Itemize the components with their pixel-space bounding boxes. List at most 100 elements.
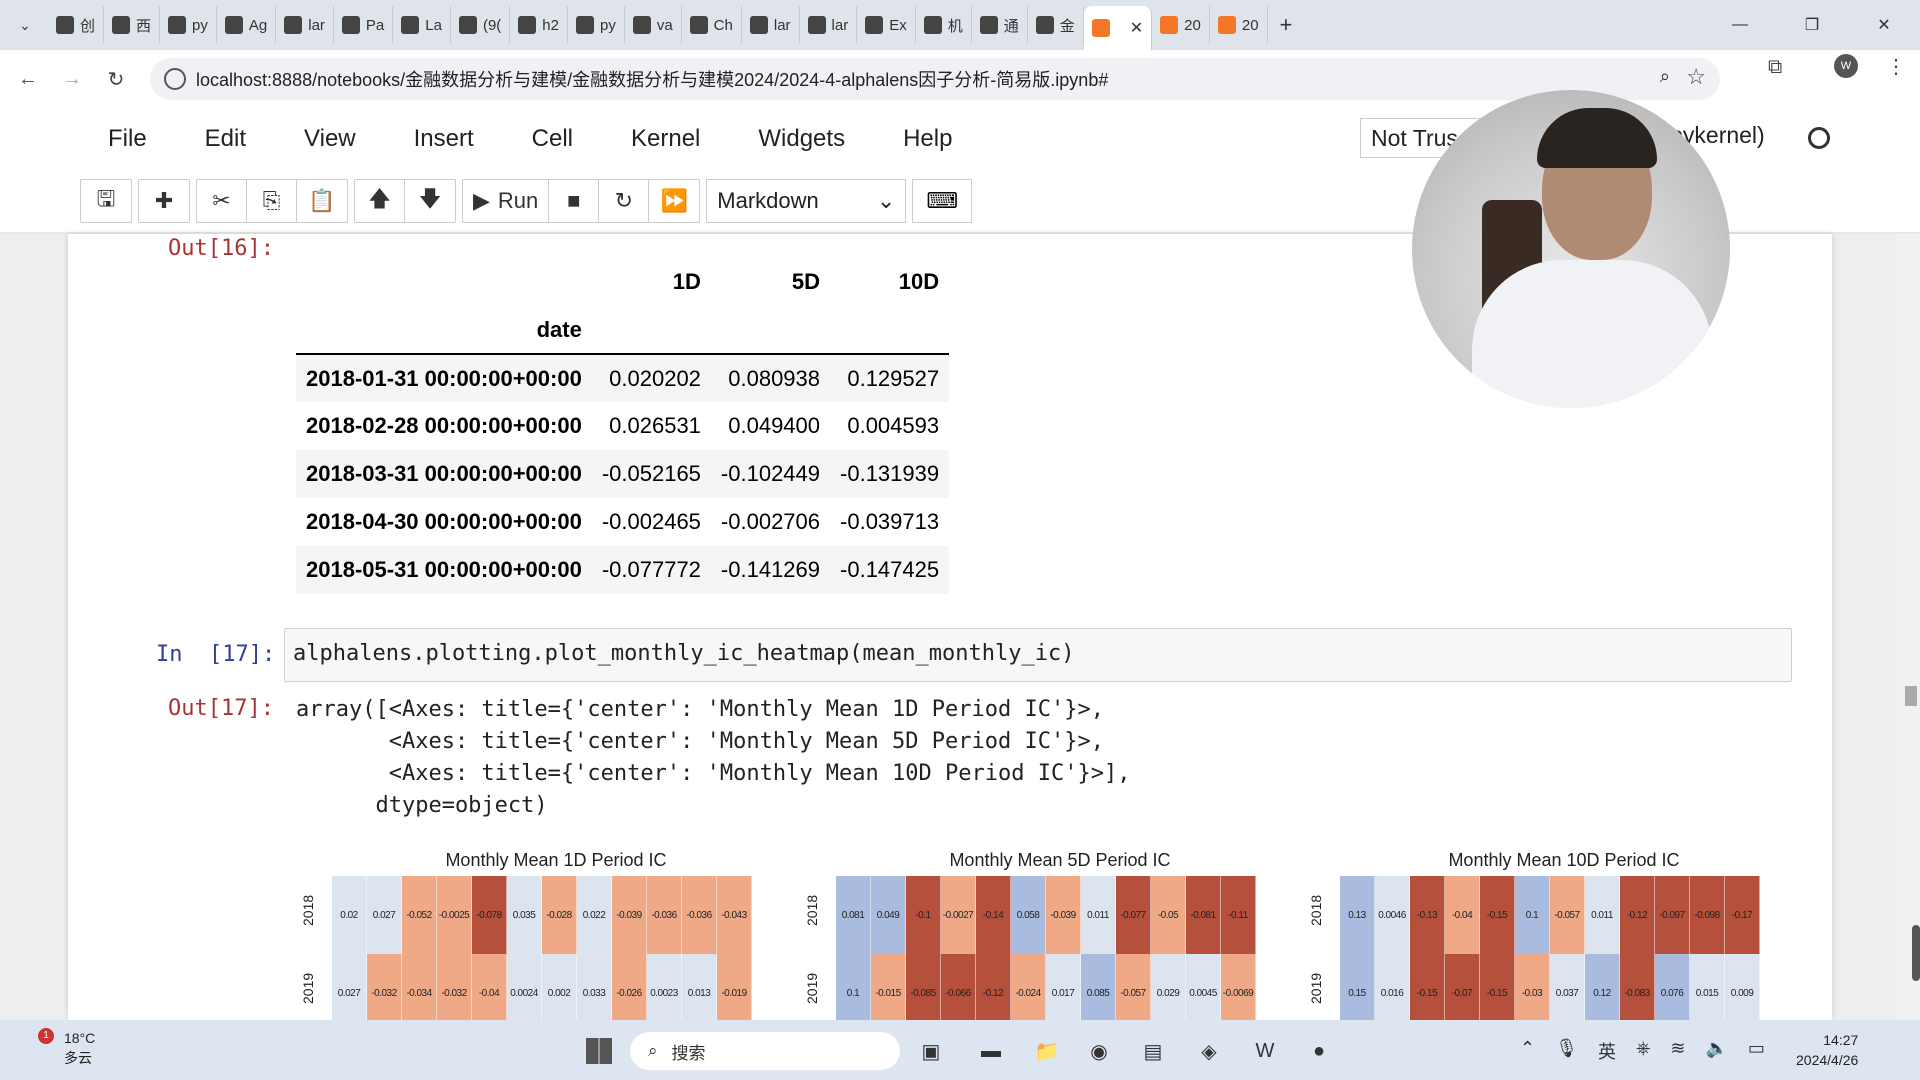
browser-tab[interactable]: lar bbox=[800, 6, 858, 44]
reload-icon[interactable]: ↻ bbox=[96, 59, 136, 99]
paste-icon[interactable]: 📋 bbox=[297, 180, 347, 222]
run-button[interactable]: ▶ Run bbox=[463, 180, 550, 222]
heatmap-cell: -0.028 bbox=[542, 876, 577, 954]
browser-tab[interactable]: 机 bbox=[916, 6, 972, 44]
close-tab-icon[interactable]: ✕ bbox=[1130, 18, 1143, 38]
menu-cell[interactable]: Cell bbox=[532, 125, 573, 153]
bookmark-star-icon[interactable]: ☆ bbox=[1686, 64, 1706, 90]
mail-icon bbox=[689, 16, 708, 34]
table-cell: -0.147425 bbox=[840, 557, 940, 582]
app-icon[interactable]: ◈ bbox=[1192, 1034, 1226, 1068]
github-icon bbox=[518, 16, 537, 34]
chrome-icon[interactable]: ◉ bbox=[1082, 1034, 1116, 1068]
task-view-icon[interactable]: ▣ bbox=[914, 1034, 948, 1068]
wifi-icon[interactable]: ≋ bbox=[1670, 1038, 1685, 1064]
menu-kernel[interactable]: Kernel bbox=[631, 125, 700, 153]
weather-widget[interactable]: 1 18°C 多云 bbox=[30, 1028, 95, 1068]
restart-icon[interactable]: ↻ bbox=[599, 180, 650, 222]
heatmap-y-label: 2018 bbox=[300, 894, 316, 926]
url-field[interactable]: localhost:8888/notebooks/金融数据分析与建模/金融数据分… bbox=[150, 58, 1720, 100]
browser-tab[interactable]: 20 bbox=[1152, 6, 1210, 44]
start-menu-icon[interactable] bbox=[586, 1038, 612, 1064]
keyboard-shortcuts-icon[interactable]: ⌨ bbox=[912, 179, 973, 223]
back-icon[interactable]: ← bbox=[8, 59, 48, 99]
microphone-icon[interactable]: 🎙 bbox=[1555, 1038, 1578, 1064]
browser-tab[interactable]: Ag bbox=[217, 6, 277, 44]
move-down-icon[interactable]: 🡇 bbox=[405, 180, 455, 222]
new-tab-icon[interactable]: + bbox=[1280, 12, 1293, 38]
browser-tab[interactable]: va bbox=[625, 6, 682, 44]
close-window-icon[interactable]: ✕ bbox=[1848, 0, 1920, 50]
browser-tab[interactable]: (9( bbox=[451, 6, 511, 44]
table-row: 2018-03-31 00:00:00+00:00 -0.052165 -0.1… bbox=[296, 450, 950, 498]
move-up-icon[interactable]: 🡅 bbox=[355, 180, 405, 222]
heatmap-cell: -0.039 bbox=[612, 876, 647, 954]
copy-icon[interactable]: ⎘ bbox=[247, 180, 297, 222]
zoom-icon[interactable]: ⌕ bbox=[1660, 66, 1670, 87]
browser-tab[interactable]: Ex bbox=[857, 6, 916, 44]
browser-tab[interactable]: py bbox=[160, 6, 217, 44]
browser-tab[interactable]: Pa bbox=[334, 6, 394, 44]
menu-view[interactable]: View bbox=[304, 125, 356, 153]
browser-menu-icon[interactable]: ⋮ bbox=[1886, 54, 1906, 79]
url-text: localhost:8888/notebooks/金融数据分析与建模/金融数据分… bbox=[196, 70, 1109, 90]
forward-icon[interactable]: → bbox=[52, 59, 92, 99]
volume-icon[interactable]: 🔈 bbox=[1705, 1038, 1727, 1064]
code-cell-editor[interactable]: alphalens.plotting.plot_monthly_ic_heatm… bbox=[284, 628, 1792, 682]
browser-tab[interactable]: py bbox=[568, 6, 625, 44]
menu-edit[interactable]: Edit bbox=[205, 125, 246, 153]
browser-tab[interactable]: La bbox=[393, 6, 451, 44]
wing-icon bbox=[979, 16, 998, 34]
ime-icon[interactable]: 英 bbox=[1598, 1038, 1616, 1064]
wps-icon[interactable]: W bbox=[1248, 1034, 1282, 1068]
browser-tab[interactable]: 20 bbox=[1210, 6, 1268, 44]
heatmap-cell: -0.036 bbox=[647, 876, 682, 954]
cut-icon[interactable]: ✂ bbox=[197, 180, 247, 222]
chevron-up-icon[interactable]: ⌃ bbox=[1520, 1038, 1535, 1064]
menu-file[interactable]: File bbox=[108, 125, 147, 153]
insert-cell-icon[interactable]: ✚ bbox=[139, 180, 189, 222]
browser-tab[interactable]: lar bbox=[742, 6, 800, 44]
menu-help[interactable]: Help bbox=[903, 125, 952, 153]
browser-tab[interactable]: lar bbox=[276, 6, 334, 44]
ext-icon bbox=[401, 16, 420, 34]
scrollbar-thumb[interactable] bbox=[1912, 925, 1920, 981]
scrollbar-marker[interactable] bbox=[1905, 686, 1917, 706]
restart-run-all-icon[interactable]: ⏩ bbox=[649, 180, 699, 222]
heatmap-cell: -0.052 bbox=[402, 876, 437, 954]
maximize-icon[interactable]: ❐ bbox=[1776, 0, 1848, 50]
page-scrollbar[interactable] bbox=[1896, 234, 1920, 1020]
terminal-icon[interactable]: ▤ bbox=[1136, 1034, 1170, 1068]
folder-icon[interactable]: 📁 bbox=[1030, 1034, 1064, 1068]
battery-icon[interactable]: ▭ bbox=[1748, 1038, 1765, 1064]
browser-tab[interactable]: 创 bbox=[48, 6, 105, 44]
menu-insert[interactable]: Insert bbox=[414, 125, 474, 153]
browser-tab[interactable]: 金 bbox=[1028, 6, 1084, 44]
profile-avatar[interactable]: W bbox=[1834, 54, 1858, 78]
system-clock[interactable]: 14:27 2024/4/26 bbox=[1796, 1030, 1858, 1070]
interrupt-icon[interactable]: ■ bbox=[549, 180, 600, 222]
taskbar-search[interactable]: ⌕ 搜索 bbox=[630, 1032, 900, 1070]
app-tray-icon[interactable]: ⎈ bbox=[1636, 1038, 1650, 1064]
file-explorer-icon[interactable]: ▬ bbox=[974, 1034, 1008, 1068]
search-icon: ⌕ bbox=[648, 1041, 658, 1060]
browser-tab[interactable]: 通 bbox=[972, 6, 1028, 44]
tab-label: lar bbox=[831, 16, 849, 34]
browser-tab[interactable]: Ch bbox=[682, 6, 742, 44]
recorder-icon[interactable]: ● bbox=[1302, 1034, 1336, 1068]
tab-list-icon[interactable]: ⌄ bbox=[10, 10, 40, 40]
minimize-icon[interactable]: — bbox=[1704, 0, 1776, 50]
site-info-icon[interactable] bbox=[164, 68, 186, 90]
browser-tab[interactable]: h2 bbox=[510, 6, 568, 44]
menu-widgets[interactable]: Widgets bbox=[758, 125, 845, 153]
browser-tab[interactable]: 西 bbox=[104, 6, 161, 44]
extensions-icon[interactable]: ⧉ bbox=[1768, 56, 1782, 79]
tab-label: 20 bbox=[1184, 16, 1201, 34]
save-icon[interactable]: 🖫 bbox=[81, 180, 131, 222]
table-cell: 0.049400 bbox=[728, 413, 821, 438]
heatmap-cell: -0.078 bbox=[472, 876, 507, 954]
cell-type-select[interactable]: Markdown ⌄ bbox=[706, 179, 907, 223]
tab-label: Pa bbox=[365, 16, 385, 34]
browser-tab[interactable]: ✕ bbox=[1083, 6, 1153, 50]
tab-label: 通 bbox=[1003, 17, 1019, 35]
